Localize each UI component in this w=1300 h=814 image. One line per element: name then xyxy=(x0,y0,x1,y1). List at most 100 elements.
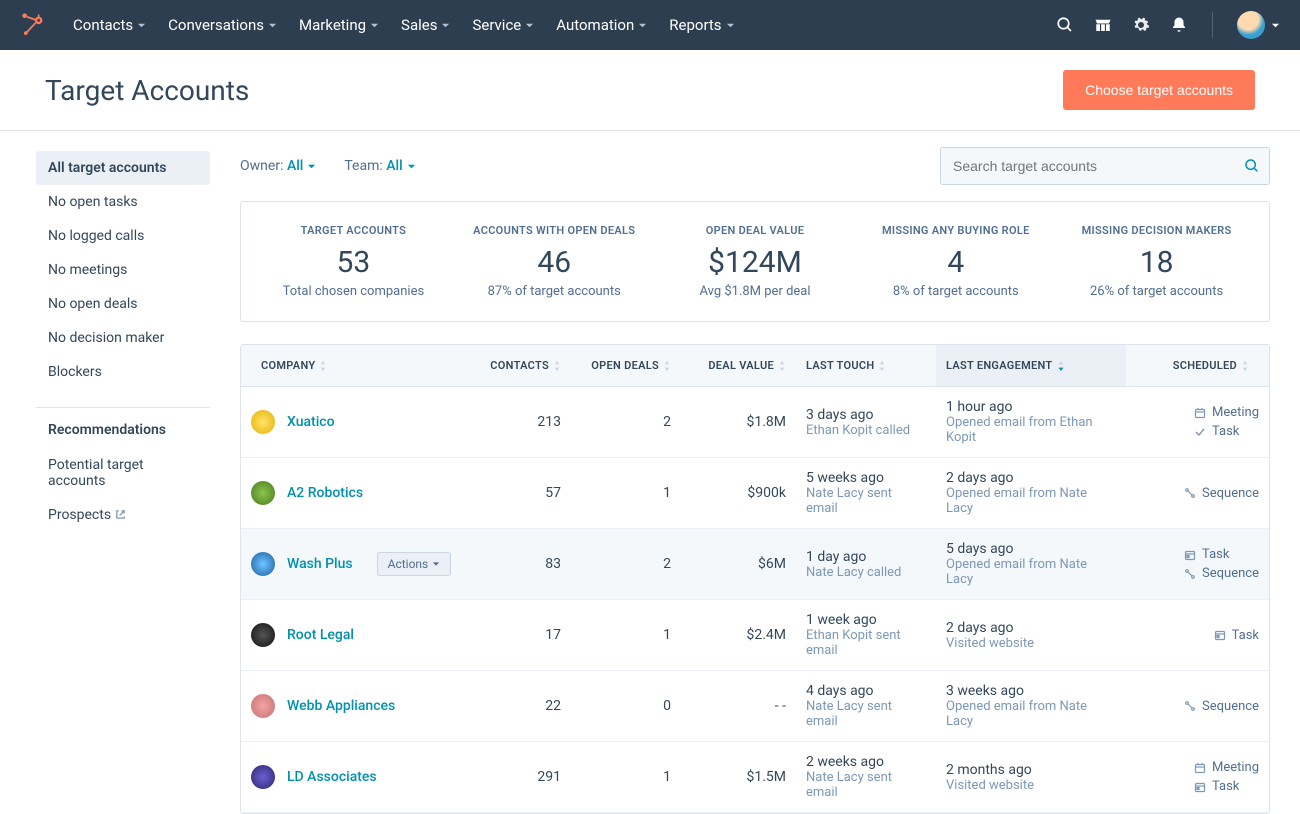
last-touch-cell: 3 days ago Ethan Kopit called xyxy=(796,395,936,450)
col-last-touch[interactable]: LAST TOUCH xyxy=(796,345,936,386)
owner-filter[interactable]: All xyxy=(287,158,316,174)
stat-sub: Avg $1.8M per deal xyxy=(663,284,848,299)
search-icon[interactable] xyxy=(1056,16,1074,34)
scheduled-item: Task xyxy=(1194,424,1239,439)
filters-row: Owner: All Team: All xyxy=(240,147,1270,185)
hubspot-logo-icon xyxy=(20,11,48,39)
stat-label: ACCOUNTS WITH OPEN DEALS xyxy=(462,224,647,237)
sidebar-item-no-open-deals[interactable]: No open deals xyxy=(36,287,210,321)
stat-label: MISSING DECISION MAKERS xyxy=(1064,224,1249,237)
nav-item-automation[interactable]: Automation xyxy=(556,16,647,34)
company-logo xyxy=(251,552,275,576)
contacts-cell: 57 xyxy=(476,473,571,513)
open-deals-cell: 1 xyxy=(571,473,681,513)
col-company[interactable]: COMPANY xyxy=(241,345,476,386)
settings-icon[interactable] xyxy=(1132,16,1150,34)
stat-value: 46 xyxy=(462,245,647,280)
topnav-right xyxy=(1056,11,1280,39)
divider xyxy=(1212,12,1213,38)
last-engagement-cell: 2 days ago Opened email from Nate Lacy xyxy=(936,458,1126,528)
nav-item-sales[interactable]: Sales xyxy=(401,16,450,34)
stat-target-accounts: TARGET ACCOUNTS 53 Total chosen companie… xyxy=(253,224,454,299)
nav-item-conversations[interactable]: Conversations xyxy=(168,16,277,34)
calendar-day-icon xyxy=(1214,629,1226,641)
scheduled-cell: TaskSequence xyxy=(1126,535,1269,593)
nav-item-contacts[interactable]: Contacts xyxy=(73,16,146,34)
sidebar-item-all-target-accounts[interactable]: All target accounts xyxy=(36,151,210,185)
col-last-engagement[interactable]: LAST ENGAGEMENT xyxy=(936,345,1126,386)
contacts-cell: 83 xyxy=(476,544,571,584)
last-touch-cell: 5 weeks ago Nate Lacy sent email xyxy=(796,458,936,528)
nav-item-marketing[interactable]: Marketing xyxy=(299,16,379,34)
sidebar-item-potential-target-accounts[interactable]: Potential target accounts xyxy=(36,448,210,498)
col-open-deals[interactable]: OPEN DEALS xyxy=(571,345,681,386)
chevron-down-icon xyxy=(268,21,277,30)
owner-filter-label: Owner: xyxy=(240,158,283,174)
sidebar-item-blockers[interactable]: Blockers xyxy=(36,355,210,389)
stats-panel: TARGET ACCOUNTS 53 Total chosen companie… xyxy=(240,201,1270,322)
last-engagement-cell: 1 hour ago Opened email from Ethan Kopit xyxy=(936,387,1126,457)
scheduled-item: Sequence xyxy=(1184,566,1259,581)
page-title: Target Accounts xyxy=(45,74,249,107)
chevron-down-icon xyxy=(407,162,416,171)
topnav-menu: Contacts Conversations Marketing Sales Servi… xyxy=(73,16,1056,34)
nav-item-service[interactable]: Service xyxy=(472,16,534,34)
sort-icon xyxy=(778,361,786,371)
company-link[interactable]: Xuatico xyxy=(287,414,335,430)
search-input[interactable] xyxy=(940,147,1270,185)
table-row: Wash Plus Actions 83 2 $6M 1 day ago Nat… xyxy=(241,529,1269,600)
sidebar: All target accountsNo open tasksNo logge… xyxy=(0,131,230,814)
chevron-down-icon xyxy=(441,21,450,30)
company-link[interactable]: LD Associates xyxy=(287,769,377,785)
company-link[interactable]: Webb Appliances xyxy=(287,698,395,714)
sidebar-item-no-open-tasks[interactable]: No open tasks xyxy=(36,185,210,219)
company-link[interactable]: A2 Robotics xyxy=(287,485,363,501)
scheduled-item: Sequence xyxy=(1184,699,1259,714)
table-header: COMPANY CONTACTS OPEN DEALS DEAL VALUE L… xyxy=(241,345,1269,387)
contacts-cell: 213 xyxy=(476,402,571,442)
sequence-icon xyxy=(1184,568,1196,580)
deal-value-cell: $6M xyxy=(681,544,796,584)
company-link[interactable]: Wash Plus xyxy=(287,556,353,572)
notifications-icon[interactable] xyxy=(1170,16,1188,34)
recommendations-heading: Recommendations xyxy=(36,422,210,448)
sequence-icon xyxy=(1184,700,1196,712)
company-logo xyxy=(251,623,275,647)
nav-item-reports[interactable]: Reports xyxy=(669,16,734,34)
sort-icon xyxy=(319,361,327,371)
scheduled-cell: Task xyxy=(1126,616,1269,655)
sort-icon xyxy=(1057,361,1065,371)
chevron-down-icon xyxy=(432,560,440,568)
owner-filter-value: All xyxy=(287,158,303,174)
deal-value-cell: $1.8M xyxy=(681,402,796,442)
choose-target-accounts-button[interactable]: Choose target accounts xyxy=(1063,70,1255,110)
actions-button[interactable]: Actions xyxy=(377,552,452,576)
col-deal-value[interactable]: DEAL VALUE xyxy=(681,345,796,386)
check-icon xyxy=(1194,426,1206,438)
table-row: A2 Robotics 57 1 $900k 5 weeks ago Nate … xyxy=(241,458,1269,529)
sidebar-item-no-decision-maker[interactable]: No decision maker xyxy=(36,321,210,355)
company-link[interactable]: Root Legal xyxy=(287,627,354,643)
stat-sub: Total chosen companies xyxy=(261,284,446,299)
search-icon xyxy=(1244,158,1260,174)
chevron-down-icon xyxy=(638,21,647,30)
scheduled-cell: MeetingTask xyxy=(1126,748,1269,806)
sidebar-separator xyxy=(36,407,210,408)
sequence-icon xyxy=(1184,487,1196,499)
team-filter[interactable]: All xyxy=(386,158,415,174)
sidebar-item-no-meetings[interactable]: No meetings xyxy=(36,253,210,287)
sidebar-item-prospects[interactable]: Prospects xyxy=(36,498,210,532)
marketplace-icon[interactable] xyxy=(1094,16,1112,34)
last-engagement-cell: 2 months ago Visited website xyxy=(936,750,1126,805)
chevron-down-icon xyxy=(726,21,735,30)
sidebar-item-no-logged-calls[interactable]: No logged calls xyxy=(36,219,210,253)
account-menu[interactable] xyxy=(1237,11,1280,39)
last-engagement-cell: 5 days ago Opened email from Nate Lacy xyxy=(936,529,1126,599)
table-row: Webb Appliances 22 0 - - 4 days ago Nate… xyxy=(241,671,1269,742)
col-scheduled[interactable]: SCHEDULED xyxy=(1126,345,1269,386)
company-logo xyxy=(251,694,275,718)
scheduled-item: Task xyxy=(1194,779,1239,794)
open-deals-cell: 1 xyxy=(571,615,681,655)
stat-label: TARGET ACCOUNTS xyxy=(261,224,446,237)
col-contacts[interactable]: CONTACTS xyxy=(476,345,571,386)
